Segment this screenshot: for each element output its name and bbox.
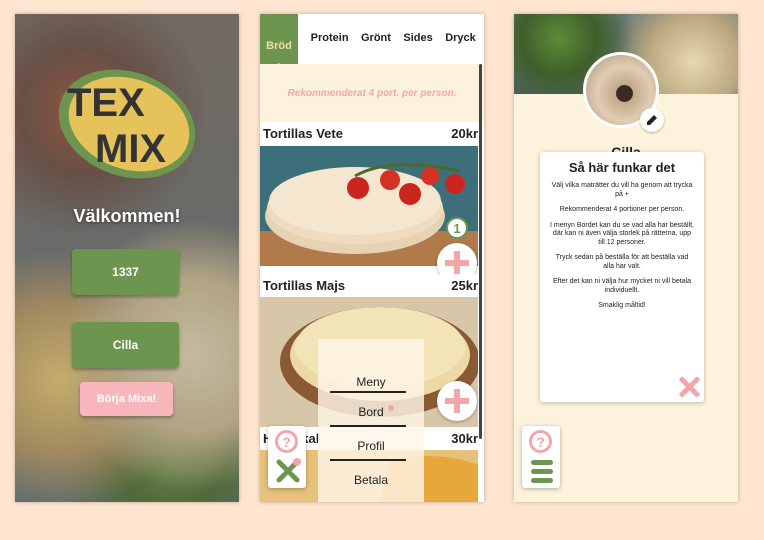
item-price: 25kr <box>451 277 478 293</box>
notification-dot <box>388 405 394 411</box>
item-header: Tortillas Majs 25kr <box>260 274 484 296</box>
scrollbar[interactable] <box>479 64 482 439</box>
close-menu-icon[interactable] <box>275 458 301 484</box>
modal-paragraph: Rekommenderat 4 portioner per person. <box>559 206 685 213</box>
menu-item-menu[interactable]: Meny <box>318 375 424 389</box>
menu-item-pay[interactable]: Betala <box>318 473 424 487</box>
hamburger-icon-bar[interactable] <box>531 469 553 474</box>
recommendation-text: Rekommenderat 4 port. per person. <box>260 64 484 122</box>
menu-divider <box>330 391 406 393</box>
menu-item-table[interactable]: Bord <box>318 405 424 419</box>
tab-drinks[interactable]: Dryck <box>445 32 476 44</box>
modal-paragraph: Tryck sedan på beställa för att beställa… <box>555 254 689 270</box>
side-controls: ? <box>268 426 306 488</box>
navigation-menu: Meny Bord Profil Betala <box>318 339 424 502</box>
tab-greens[interactable]: Grönt <box>361 32 391 44</box>
item-price: 30kr <box>451 430 478 446</box>
tab-protein[interactable]: Protein <box>311 32 349 44</box>
table-number-button[interactable]: 1337 <box>72 249 179 295</box>
hamburger-icon-bar[interactable] <box>531 478 553 483</box>
item-price: 20kr <box>451 125 478 141</box>
modal-paragraph: Smaklig måltid! <box>598 302 646 309</box>
item-count-badge: 1 <box>446 217 468 239</box>
help-screen: Cilla Så här funkar det Välj vilka maträ… <box>514 14 738 502</box>
item-header: Tortillas Vete 20kr <box>260 122 484 144</box>
start-mixing-button[interactable]: Börja Mixa! <box>80 382 173 416</box>
item-name: Tortillas Majs <box>263 277 346 293</box>
welcome-heading: Välkommen! <box>73 206 181 226</box>
tab-label: Bröd <box>266 40 292 52</box>
close-modal-icon[interactable] <box>678 376 700 398</box>
menu-item-profile[interactable]: Profil <box>318 439 424 453</box>
side-controls: ? <box>522 426 560 488</box>
menu-divider <box>330 459 406 461</box>
menu-screen: Bröd Protein Grönt Sides Dryck Rekommend… <box>260 14 484 502</box>
category-tabs: Bröd Protein Grönt Sides Dryck <box>260 14 484 74</box>
logo-text-mix: MIX <box>95 127 166 171</box>
modal-title: Så här funkar det <box>568 160 676 175</box>
modal-paragraph: I menyn Bordet kan du se vad alla har be… <box>550 221 694 246</box>
modal-text: Välj vilka maträtter du vill ha genom at… <box>550 182 694 318</box>
help-modal: Så här funkar det Välj vilka maträtter d… <box>540 152 704 402</box>
welcome-screen: TEX MIX Välkommen! 1337 Cilla Börja Mixa… <box>15 14 239 502</box>
add-item-button[interactable] <box>437 381 477 421</box>
modal-paragraph: Efter det kan ni välja hur mycket ni vil… <box>552 278 692 294</box>
tab-sides[interactable]: Sides <box>403 32 432 44</box>
name-button[interactable]: Cilla <box>72 322 179 368</box>
texmix-logo: TEX MIX <box>58 69 196 179</box>
menu-divider <box>330 425 406 427</box>
logo-text-tex: TEX <box>67 81 145 125</box>
item-name: Tortillas Vete <box>263 125 343 141</box>
help-icon[interactable]: ? <box>529 430 552 453</box>
modal-paragraph: Välj vilka maträtter du vill ha genom at… <box>551 182 693 198</box>
hamburger-icon-bar[interactable] <box>531 460 553 465</box>
edit-pencil-icon[interactable] <box>640 108 664 132</box>
help-icon[interactable]: ? <box>275 430 298 453</box>
